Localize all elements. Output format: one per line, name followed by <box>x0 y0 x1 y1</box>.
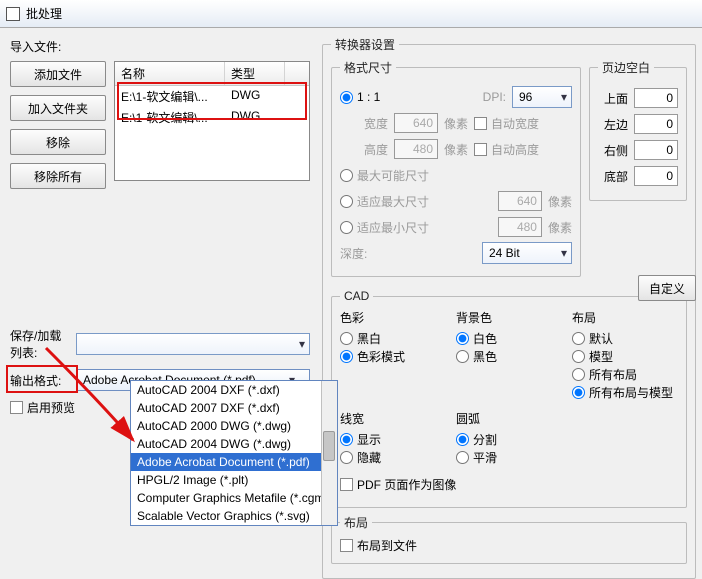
dropdown-option[interactable]: AutoCAD 2004 DXF (*.dxf) <box>131 381 337 399</box>
scroll-thumb[interactable] <box>323 431 335 461</box>
height-input[interactable] <box>394 139 438 159</box>
dropdown-option-selected[interactable]: Adobe Acrobat Document (*.pdf) <box>131 453 337 471</box>
window-title: 批处理 <box>26 5 62 22</box>
fit-max-input[interactable] <box>498 191 542 211</box>
bg-black-radio[interactable]: 黑色 <box>456 348 497 365</box>
titlebar: 批处理 <box>0 0 702 28</box>
col-type[interactable]: 类型 <box>225 62 285 85</box>
layout-model-radio[interactable]: 模型 <box>572 348 613 365</box>
enable-preview-checkbox[interactable]: 启用预览 <box>10 399 75 416</box>
file-list[interactable]: 名称 类型 E:\1-软文编辑\... DWG E:\1-软文编辑\... DW… <box>114 61 310 181</box>
file-list-header: 名称 类型 <box>115 62 309 86</box>
auto-height-check[interactable]: 自动高度 <box>474 141 539 158</box>
fit-min-radio[interactable]: 适应最小尺寸 <box>340 219 429 236</box>
layout-default-radio[interactable]: 默认 <box>572 330 613 347</box>
app-icon <box>6 7 20 21</box>
import-label: 导入文件: <box>10 38 310 55</box>
fit-max-radio[interactable]: 适应最大尺寸 <box>340 193 429 210</box>
add-folder-button[interactable]: 加入文件夹 <box>10 95 106 121</box>
dropdown-option[interactable]: AutoCAD 2007 DXF (*.dxf) <box>131 399 337 417</box>
format-size-group: 格式尺寸 1 : 1 DPI: 96 宽度 像素 自动宽度 高度 <box>331 59 581 277</box>
color-mode-radio[interactable]: 色彩模式 <box>340 348 405 365</box>
color-bw-radio[interactable]: 黑白 <box>340 330 381 347</box>
margin-bottom-input[interactable] <box>634 166 678 186</box>
margins-group: 页边空白 上面 左边 右侧 底部 <box>589 59 687 201</box>
table-row[interactable]: E:\1-软文编辑\... DWG <box>115 107 309 128</box>
dpi-select[interactable]: 96 <box>512 86 572 108</box>
layout-to-file-check[interactable]: 布局到文件 <box>340 537 417 554</box>
save-list-label: 保存/加载列表: <box>10 327 70 361</box>
converter-settings-group: 转换器设置 格式尺寸 1 : 1 DPI: 96 宽度 像素 自动宽度 <box>322 36 696 579</box>
save-list-select[interactable] <box>76 333 310 355</box>
remove-all-button[interactable]: 移除所有 <box>10 163 106 189</box>
fit-min-input[interactable] <box>498 217 542 237</box>
dropdown-option[interactable]: AutoCAD 2000 DWG (*.dwg) <box>131 417 337 435</box>
arc-smooth-radio[interactable]: 平滑 <box>456 449 497 466</box>
dropdown-option[interactable]: AutoCAD 2004 DWG (*.dwg) <box>131 435 337 453</box>
bg-white-radio[interactable]: 白色 <box>456 330 497 347</box>
ratio-11-radio[interactable]: 1 : 1 <box>340 90 380 104</box>
custom-button[interactable]: 自定义 <box>638 275 696 301</box>
layout2-group: 布局 布局到文件 <box>331 514 687 564</box>
scrollbar[interactable] <box>321 381 337 525</box>
remove-button[interactable]: 移除 <box>10 129 106 155</box>
col-name[interactable]: 名称 <box>115 62 225 85</box>
linew-hide-radio[interactable]: 隐藏 <box>340 449 381 466</box>
auto-width-check[interactable]: 自动宽度 <box>474 115 539 132</box>
add-file-button[interactable]: 添加文件 <box>10 61 106 87</box>
pdf-as-image-check[interactable]: PDF 页面作为图像 <box>340 476 456 493</box>
table-row[interactable]: E:\1-软文编辑\... DWG <box>115 86 309 107</box>
dropdown-option[interactable]: Computer Graphics Metafile (*.cgm) <box>131 489 337 507</box>
width-input[interactable] <box>394 113 438 133</box>
linew-show-radio[interactable]: 显示 <box>340 431 381 448</box>
depth-select[interactable]: 24 Bit <box>482 242 572 264</box>
dropdown-option[interactable]: HPGL/2 Image (*.plt) <box>131 471 337 489</box>
arc-segment-radio[interactable]: 分割 <box>456 431 497 448</box>
dropdown-option[interactable]: Scalable Vector Graphics (*.svg) <box>131 507 337 525</box>
margin-top-input[interactable] <box>634 88 678 108</box>
cad-group: CAD 色彩 黑白 色彩模式 背景色 白色 黑色 布局 默认 <box>331 289 687 508</box>
output-format-label: 输出格式: <box>10 372 70 389</box>
layout-allmodel-radio[interactable]: 所有布局与模型 <box>572 384 673 401</box>
output-format-dropdown[interactable]: AutoCAD 2004 DXF (*.dxf) AutoCAD 2007 DX… <box>130 380 338 526</box>
max-possible-radio[interactable]: 最大可能尺寸 <box>340 167 429 184</box>
margin-left-input[interactable] <box>634 114 678 134</box>
margin-right-input[interactable] <box>634 140 678 160</box>
layout-all-radio[interactable]: 所有布局 <box>572 366 637 383</box>
